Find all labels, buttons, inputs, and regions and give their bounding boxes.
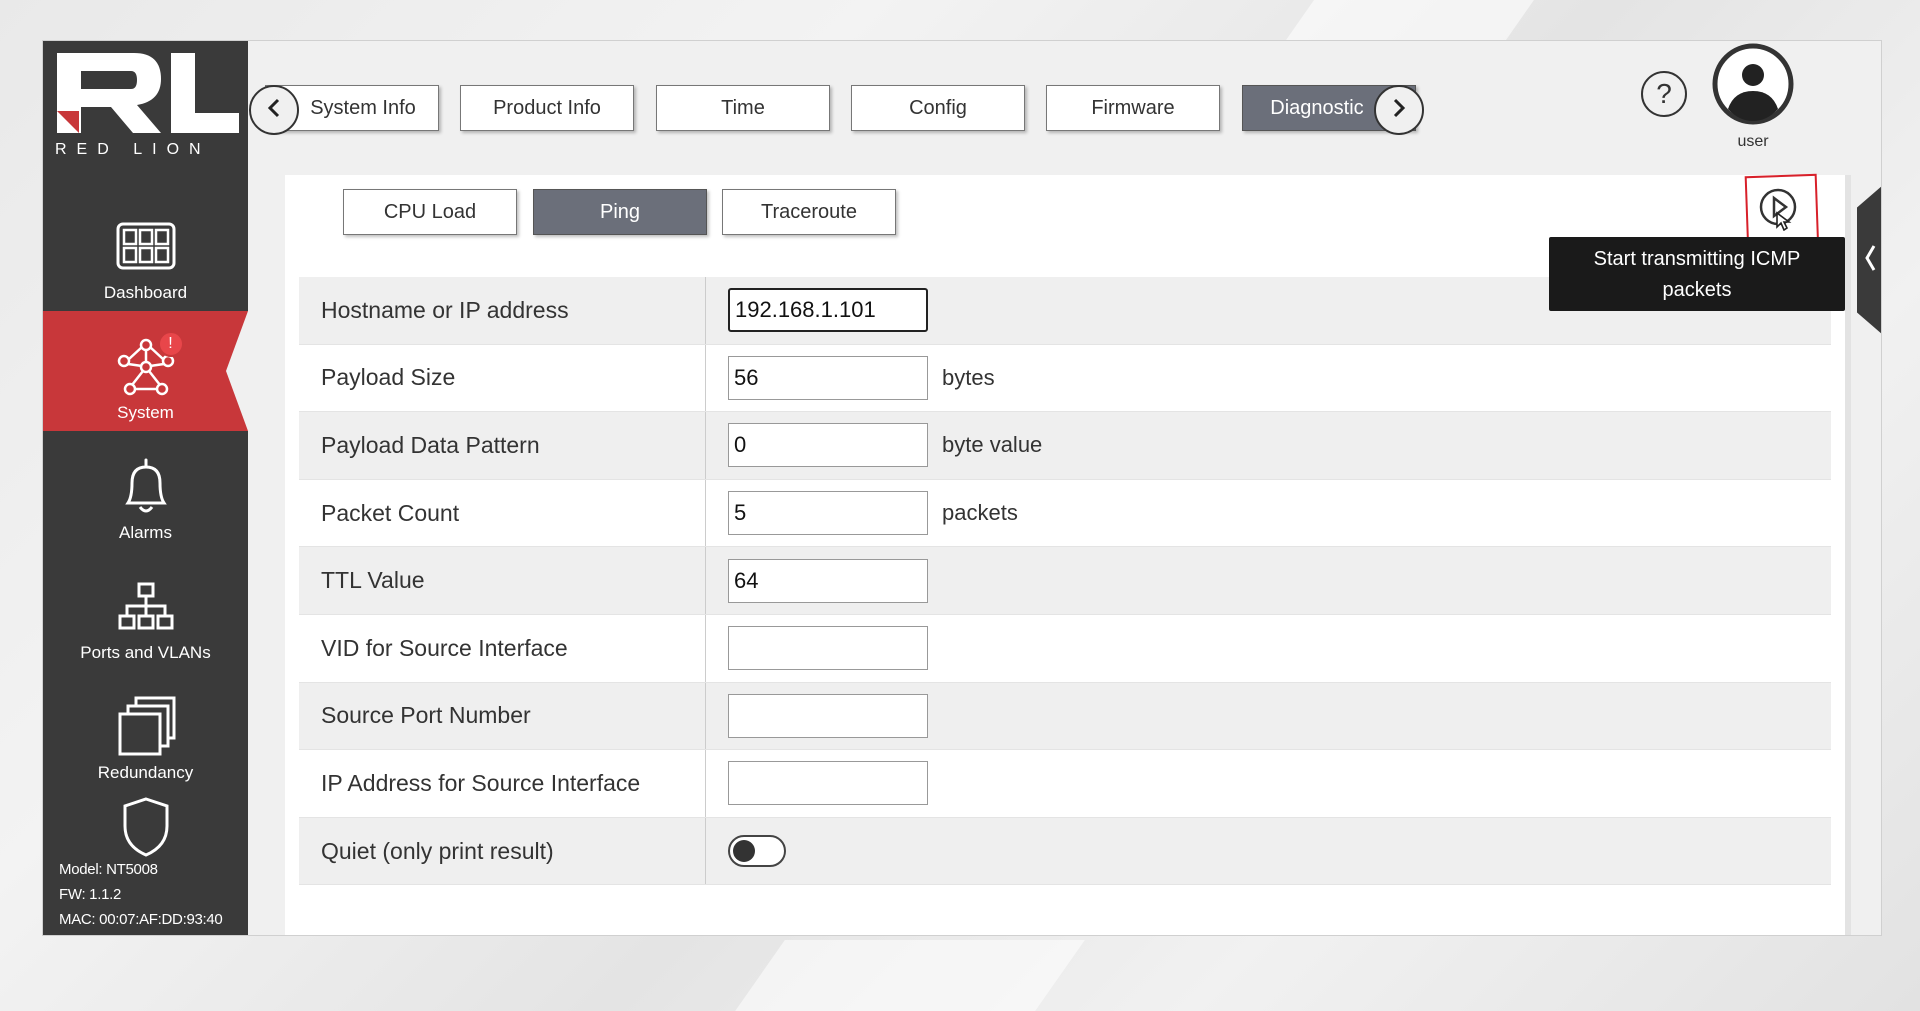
play-icon bbox=[1758, 188, 1802, 235]
form-row-source-port: Source Port Number bbox=[299, 682, 1831, 751]
tab-time[interactable]: Time bbox=[656, 85, 830, 131]
packet-count-input[interactable] bbox=[728, 491, 928, 536]
sidebar: RED LION Dashboard ! System Alarms Ports… bbox=[43, 41, 248, 935]
sidebar-item-alarms[interactable]: Alarms bbox=[43, 431, 248, 551]
device-model: Model: NT5008 bbox=[59, 861, 158, 878]
field-label: Payload Data Pattern bbox=[299, 412, 706, 479]
source-ip-input[interactable] bbox=[728, 761, 928, 806]
vid-input[interactable] bbox=[728, 626, 928, 671]
sidebar-item-dashboard[interactable]: Dashboard bbox=[43, 191, 248, 311]
brand-name: RED LION bbox=[55, 141, 211, 158]
sidebar-item-system[interactable]: ! System bbox=[43, 311, 248, 431]
sidebar-item-label: Dashboard bbox=[103, 283, 188, 302]
unit-label: bytes bbox=[942, 364, 995, 390]
panel-edge bbox=[1845, 175, 1851, 935]
app-window: RED LION Dashboard ! System Alarms Ports… bbox=[42, 40, 1882, 936]
form-row-payload-pattern: Payload Data Pattern byte value bbox=[299, 412, 1831, 480]
form-row-vid: VID for Source Interface bbox=[299, 614, 1831, 683]
form-row-ttl: TTL Value bbox=[299, 547, 1831, 615]
tooltip-text: packets bbox=[1662, 279, 1732, 301]
tooltip: Start transmitting ICMP packets bbox=[1549, 237, 1845, 311]
red-lion-logo: RED LION bbox=[49, 49, 244, 159]
system-network-icon: ! bbox=[114, 331, 184, 397]
unit-label: packets bbox=[942, 500, 1018, 526]
sidebar-item-label: System bbox=[117, 403, 174, 422]
tab-firmware[interactable]: Firmware bbox=[1046, 85, 1220, 131]
chevron-left-icon bbox=[265, 97, 283, 124]
ttl-input[interactable] bbox=[728, 558, 928, 603]
field-label: Source Port Number bbox=[299, 682, 706, 750]
ping-form: Hostname or IP address Payload Size byte… bbox=[299, 277, 1831, 886]
bell-icon bbox=[114, 457, 178, 517]
quiet-toggle[interactable] bbox=[728, 835, 786, 868]
field-label: Hostname or IP address bbox=[299, 277, 706, 344]
device-firmware: FW: 1.1.2 bbox=[59, 886, 122, 903]
scroll-left-button[interactable] bbox=[249, 85, 299, 135]
background-stripe bbox=[735, 940, 1085, 1011]
device-mac: MAC: 00:07:AF:DD:93:40 bbox=[59, 911, 223, 928]
tab-config[interactable]: Config bbox=[851, 85, 1025, 131]
dashboard-icon bbox=[114, 217, 178, 277]
collapse-panel-button[interactable] bbox=[1857, 185, 1881, 335]
form-row-payload-size: Payload Size bytes bbox=[299, 344, 1831, 413]
help-button[interactable]: ? bbox=[1641, 71, 1687, 117]
hostname-input[interactable] bbox=[728, 288, 928, 333]
chevron-right-icon bbox=[1390, 97, 1408, 124]
form-row-source-ip: IP Address for Source Interface bbox=[299, 750, 1831, 818]
network-topology-icon bbox=[114, 577, 178, 637]
tab-product-info[interactable]: Product Info bbox=[460, 85, 634, 131]
source-port-input[interactable] bbox=[728, 693, 928, 738]
field-label: TTL Value bbox=[299, 547, 706, 614]
field-label: Packet Count bbox=[299, 479, 706, 547]
field-label: VID for Source Interface bbox=[299, 614, 706, 682]
payload-size-input[interactable] bbox=[728, 355, 928, 400]
sidebar-item-redundancy[interactable]: Redundancy bbox=[43, 671, 248, 791]
sidebar-item-label: Alarms bbox=[119, 523, 172, 542]
field-label: Payload Size bbox=[299, 344, 706, 412]
form-row-quiet: Quiet (only print result) bbox=[299, 817, 1831, 886]
unit-label: byte value bbox=[942, 432, 1043, 458]
shield-icon bbox=[114, 797, 178, 857]
subtab-cpu-load[interactable]: CPU Load bbox=[343, 189, 517, 235]
tooltip-text: Start transmitting ICMP bbox=[1593, 248, 1801, 270]
sidebar-item-ports-vlans[interactable]: Ports and VLANs bbox=[43, 551, 248, 671]
form-row-packet-count: Packet Count packets bbox=[299, 479, 1831, 548]
sidebar-item-label: Ports and VLANs bbox=[80, 643, 211, 662]
background-stripe bbox=[1285, 0, 1535, 40]
user-avatar-icon[interactable] bbox=[1712, 43, 1794, 125]
alert-badge: ! bbox=[157, 331, 184, 357]
subtab-traceroute[interactable]: Traceroute bbox=[722, 189, 896, 235]
scroll-right-button[interactable] bbox=[1374, 85, 1424, 135]
field-label: IP Address for Source Interface bbox=[299, 750, 706, 817]
sidebar-item-label: Redundancy bbox=[97, 763, 194, 782]
user-label: user bbox=[1737, 133, 1769, 150]
field-label: Quiet (only print result) bbox=[299, 817, 706, 885]
subtab-ping[interactable]: Ping bbox=[533, 189, 707, 235]
chevron-left-icon bbox=[1863, 243, 1877, 278]
toggle-knob bbox=[733, 840, 755, 863]
start-ping-button[interactable] bbox=[1758, 187, 1802, 232]
payload-pattern-input[interactable] bbox=[728, 423, 928, 468]
device-info: Model: NT5008 FW: 1.1.2 MAC: 00:07:AF:DD… bbox=[59, 857, 223, 932]
stacked-windows-icon bbox=[114, 696, 178, 757]
